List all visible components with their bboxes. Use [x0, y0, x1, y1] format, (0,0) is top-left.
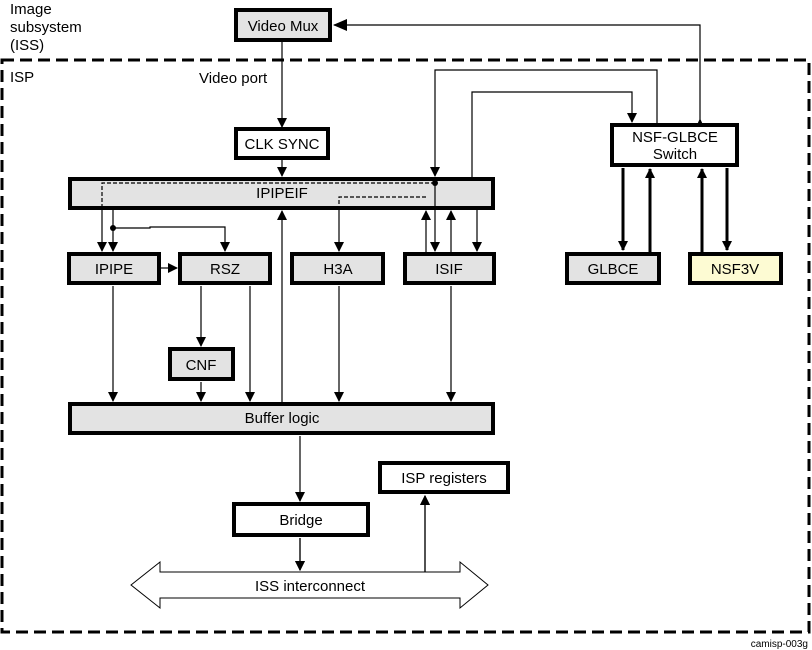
iss-interconnect-label: ISS interconnect: [255, 578, 366, 595]
cnf-label: CNF: [186, 357, 217, 374]
ipipe-block: IPIPE: [67, 252, 161, 285]
switch-label-line-2: Switch: [653, 146, 697, 163]
nsf3v-block: NSF3V: [688, 252, 783, 285]
iss-title-line-1: Image: [10, 1, 52, 18]
h3a-block: H3A: [290, 252, 385, 285]
video-port-label: Video port: [199, 70, 268, 87]
isp-title: ISP: [10, 69, 34, 86]
isp-block-diagram: Image subsystem (ISS) ISP Video port Vid…: [0, 1, 811, 650]
h3a-label: H3A: [323, 261, 352, 278]
isp-registers-block: ISP registers: [378, 461, 510, 494]
isif-block: ISIF: [403, 252, 496, 285]
switch-label-line-1: NSF-GLBCE: [632, 129, 718, 146]
bridge-label: Bridge: [279, 512, 322, 529]
rsz-block: RSZ: [178, 252, 272, 285]
buffer-logic-label: Buffer logic: [245, 410, 320, 427]
iss-title-line-3: (ISS): [10, 37, 44, 54]
isp-registers-label: ISP registers: [401, 470, 487, 487]
iss-interconnect: ISS interconnect: [130, 560, 489, 610]
ipipeif-junction-dot: [432, 180, 438, 186]
video-mux-label: Video Mux: [248, 18, 319, 35]
clk-sync-label: CLK SYNC: [244, 136, 319, 153]
nsf-glbce-switch-block: NSF-GLBCE Switch: [610, 123, 739, 167]
figure-id: camisp-003g: [751, 639, 808, 650]
wire-ipipeif-to-switch: [471, 91, 637, 177]
ipipe-label: IPIPE: [95, 261, 133, 278]
video-mux-block: Video Mux: [234, 8, 332, 42]
buffer-logic-block: Buffer logic: [68, 402, 495, 435]
bridge-block: Bridge: [232, 502, 370, 537]
nsf3v-label: NSF3V: [711, 261, 759, 278]
wire-switch-to-videomux: [333, 19, 706, 132]
glbce-label: GLBCE: [588, 261, 639, 278]
clk-sync-block: CLK SYNC: [234, 127, 330, 160]
glbce-block: GLBCE: [565, 252, 661, 285]
isif-label: ISIF: [435, 261, 463, 278]
cnf-block: CNF: [168, 347, 235, 381]
wire-ipipeif-to-rsz: [113, 226, 230, 252]
rsz-label: RSZ: [210, 261, 240, 278]
iss-title-line-2: subsystem: [10, 19, 82, 36]
ipipeif-label: IPIPEIF: [256, 185, 308, 202]
